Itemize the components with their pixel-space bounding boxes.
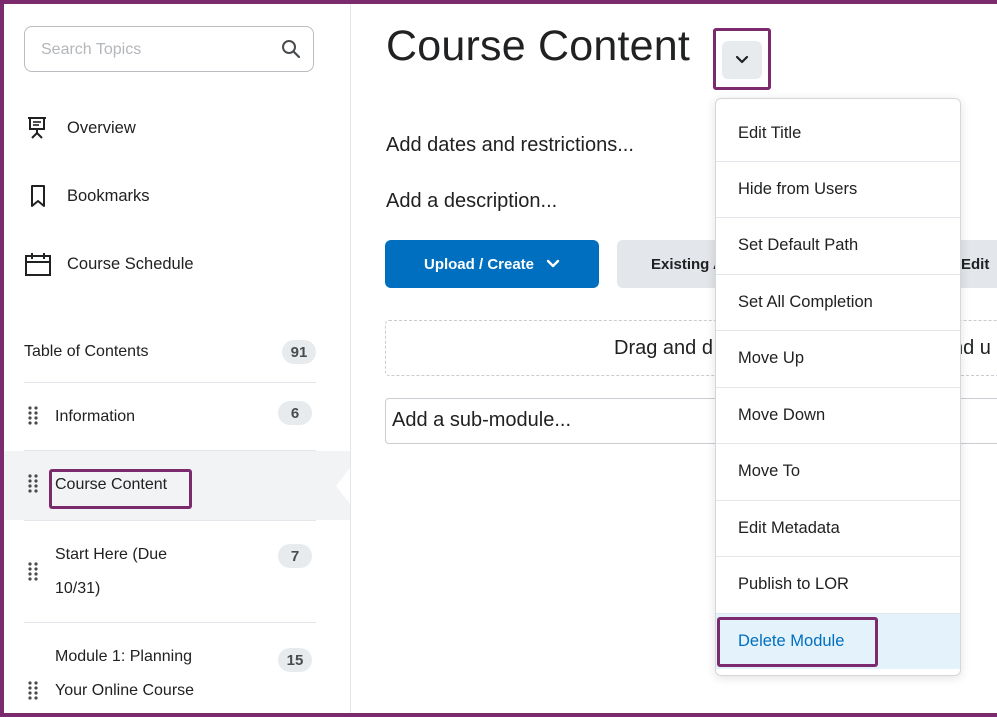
toc-item-count: 7 bbox=[278, 544, 312, 568]
menu-item-move-down[interactable]: Move Down bbox=[716, 387, 960, 443]
nav-overview[interactable]: Overview bbox=[24, 108, 324, 148]
search-icon[interactable] bbox=[281, 39, 301, 59]
menu-item-delete-module[interactable]: Delete Module bbox=[716, 613, 960, 669]
add-description-link[interactable]: Add a description... bbox=[386, 190, 557, 213]
toc-item-count: 6 bbox=[278, 401, 312, 425]
toc-item-start-here[interactable]: Start Here (Due 10/31) 7 bbox=[24, 536, 316, 606]
toc-item-label-line1: Start Here (Due bbox=[55, 546, 168, 563]
add-submodule-placeholder: Add a sub-module... bbox=[392, 409, 571, 431]
divider bbox=[24, 622, 316, 623]
toc-item-course-content[interactable]: Course Content bbox=[4, 451, 350, 520]
toc-item-label-line1: Module 1: Planning bbox=[55, 648, 192, 665]
toc-header-label: Table of Contents bbox=[24, 343, 149, 360]
menu-item-set-default-path[interactable]: Set Default Path bbox=[716, 217, 960, 273]
chevron-down-icon bbox=[735, 55, 749, 64]
menu-item-move-up[interactable]: Move Up bbox=[716, 330, 960, 386]
search-input[interactable] bbox=[39, 37, 273, 63]
calendar-icon bbox=[24, 250, 52, 278]
toc-item-module-1[interactable]: Module 1: Planning Your Online Course 15 bbox=[24, 640, 316, 710]
sidebar: Overview Bookmarks Course Schedule Table… bbox=[4, 4, 351, 717]
edit-button-label: Edit bbox=[961, 255, 990, 273]
divider bbox=[24, 382, 316, 383]
upload-create-button[interactable]: Upload / Create bbox=[385, 240, 599, 288]
menu-item-set-all-completion[interactable]: Set All Completion bbox=[716, 274, 960, 330]
add-dates-link[interactable]: Add dates and restrictions... bbox=[386, 134, 634, 157]
nav-overview-label: Overview bbox=[67, 118, 136, 137]
toc-item-label: Course Content bbox=[55, 476, 168, 493]
toc-header[interactable]: Table of Contents 91 bbox=[24, 332, 316, 372]
chevron-down-icon bbox=[546, 259, 560, 268]
toc-item-label-line2: 10/31) bbox=[55, 580, 101, 597]
drag-handle-icon[interactable] bbox=[27, 680, 39, 700]
menu-item-edit-title[interactable]: Edit Title bbox=[716, 105, 960, 161]
toc-item-count: 15 bbox=[278, 648, 312, 672]
selected-indicator bbox=[336, 468, 350, 504]
nav-course-schedule[interactable]: Course Schedule bbox=[24, 244, 324, 284]
nav-bookmarks[interactable]: Bookmarks bbox=[24, 176, 324, 216]
toc-item-label: Information bbox=[55, 408, 136, 425]
presentation-icon bbox=[24, 114, 52, 142]
module-options-menu: Edit Title Hide from Users Set Default P… bbox=[715, 98, 961, 676]
drag-handle-icon[interactable] bbox=[27, 561, 39, 581]
dropzone-text-left: Drag and d bbox=[614, 337, 713, 359]
module-options-button[interactable] bbox=[713, 28, 771, 90]
upload-create-label: Upload / Create bbox=[423, 255, 535, 273]
menu-item-move-to[interactable]: Move To bbox=[716, 443, 960, 499]
menu-item-hide-from-users[interactable]: Hide from Users bbox=[716, 161, 960, 217]
drag-handle-icon[interactable] bbox=[27, 405, 39, 425]
nav-course-schedule-label: Course Schedule bbox=[67, 254, 194, 273]
page-title: Course Content bbox=[386, 22, 690, 70]
module-options-button-inner[interactable] bbox=[722, 41, 762, 79]
toc-item-label-line2: Your Online Course bbox=[55, 682, 195, 699]
nav-bookmarks-label: Bookmarks bbox=[67, 186, 150, 205]
menu-item-edit-metadata[interactable]: Edit Metadata bbox=[716, 500, 960, 556]
search-box[interactable] bbox=[24, 26, 314, 72]
divider bbox=[24, 520, 316, 521]
bookmark-icon bbox=[24, 182, 52, 210]
drag-handle-icon[interactable] bbox=[27, 473, 39, 493]
toc-count-badge: 91 bbox=[282, 340, 316, 364]
menu-item-publish-to-lor[interactable]: Publish to LOR bbox=[716, 556, 960, 612]
toc-item-information[interactable]: Information 6 bbox=[24, 399, 316, 433]
